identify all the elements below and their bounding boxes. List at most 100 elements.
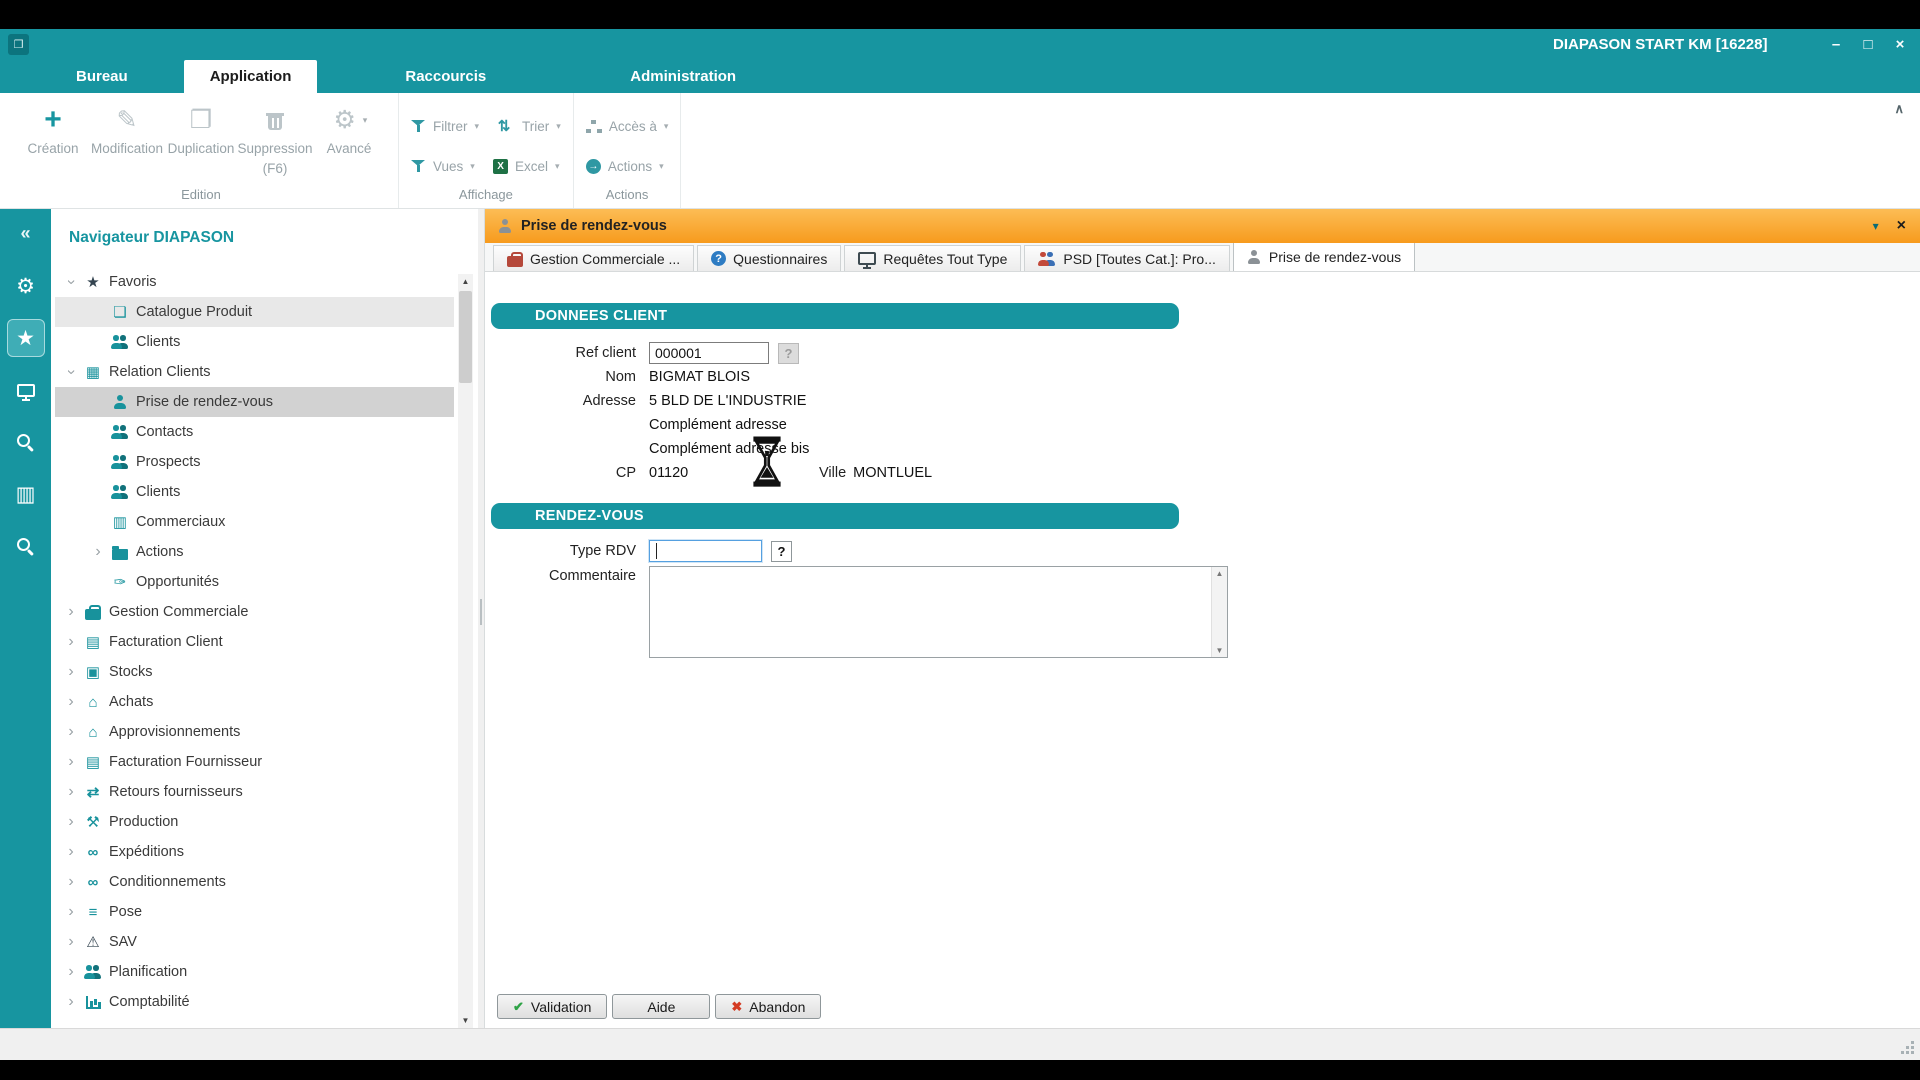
nav-item-expeditions[interactable]: ›∞Expéditions (55, 837, 454, 867)
nav-item-prospects[interactable]: Prospects (55, 447, 454, 477)
tree-icon-slot (108, 455, 132, 469)
expand-arrow-icon[interactable]: › (88, 543, 108, 561)
minimize-button[interactable]: – (1826, 36, 1846, 53)
ribbon-group-label: Edition (16, 187, 386, 208)
nav-item-sav[interactable]: ›⚠SAV (55, 927, 454, 957)
arrows-icon: ⇄ (82, 785, 104, 800)
expand-arrow-icon[interactable]: › (61, 603, 81, 621)
scroll-down-icon[interactable]: ▼ (458, 1013, 473, 1028)
nav-item-relation-clients[interactable]: ›▦Relation Clients (55, 357, 454, 387)
expand-arrow-icon[interactable]: › (61, 933, 81, 951)
expand-arrow-icon[interactable]: › (61, 753, 81, 771)
nav-item-commerciaux[interactable]: ▥Commerciaux (55, 507, 454, 537)
nav-item-pose[interactable]: ›≡Pose (55, 897, 454, 927)
expand-arrow-icon[interactable]: › (61, 783, 81, 801)
expand-arrow-icon[interactable]: › (61, 813, 81, 831)
ribbon-trier-button[interactable]: ⇅Trier▾ (493, 113, 561, 139)
menu-tab-application[interactable]: Application (184, 60, 318, 93)
resize-grip[interactable] (1901, 1041, 1914, 1054)
menu-tab-raccourcis[interactable]: Raccourcis (379, 60, 512, 93)
textarea-scrollbar[interactable]: ▲ ▼ (1211, 567, 1227, 657)
document-close-icon[interactable]: × (1897, 217, 1906, 235)
scroll-down-icon[interactable]: ▼ (1216, 646, 1224, 655)
maximize-button[interactable]: □ (1858, 36, 1878, 53)
nav-item-favoris[interactable]: ›★Favoris (55, 267, 454, 297)
scroll-up-icon[interactable]: ▲ (1216, 569, 1224, 578)
doc-tab-prise-de-rendez-vous[interactable]: Prise de rendez-vous (1233, 242, 1415, 271)
nav-item-actions[interactable]: ›Actions (55, 537, 454, 567)
activity-search-plus-button[interactable] (7, 527, 45, 565)
document-dropdown-icon[interactable]: ▾ (1873, 219, 1879, 233)
nav-item-production[interactable]: ›⚒Production (55, 807, 454, 837)
doc-tab-requetes-tout-type[interactable]: Requêtes Tout Type (844, 245, 1021, 271)
activity-search-button[interactable] (7, 423, 45, 461)
ref-client-help-button[interactable]: ? (778, 343, 799, 364)
ribbon-actions-button[interactable]: →Actions▾ (586, 153, 669, 179)
nav-item-opportunites[interactable]: ✑Opportunités (55, 567, 454, 597)
nav-item-retours-fournisseurs[interactable]: ›⇄Retours fournisseurs (55, 777, 454, 807)
expand-arrow-icon[interactable]: › (61, 993, 81, 1011)
expand-arrow-icon[interactable]: › (61, 633, 81, 651)
scrollbar-thumb[interactable] (459, 291, 472, 383)
nav-item-contacts[interactable]: Contacts (55, 417, 454, 447)
nav-item-gestion-commerciale[interactable]: ›Gestion Commerciale (55, 597, 454, 627)
ribbon-creation-button[interactable]: +Création (16, 93, 90, 157)
doc-tab-questionnaires[interactable]: ?Questionnaires (697, 245, 841, 271)
validation-button[interactable]: ✔ Validation (497, 994, 607, 1019)
nav-item-prise-de-rendez-vous[interactable]: Prise de rendez-vous (55, 387, 454, 417)
menu-tab-bureau[interactable]: Bureau (50, 60, 154, 93)
nav-item-comptabilite[interactable]: ›Comptabilité (55, 987, 454, 1017)
scroll-up-icon[interactable]: ▲ (458, 274, 473, 289)
activity-columns-button[interactable]: ▥ (7, 475, 45, 513)
activity-star-button[interactable]: ★ (7, 319, 45, 357)
menu-tab-administration[interactable]: Administration (604, 60, 762, 93)
nav-item-conditionnements[interactable]: ›∞Conditionnements (55, 867, 454, 897)
factory-icon: ⌂ (82, 695, 104, 710)
ribbon-modification-button[interactable]: ✎Modification (90, 93, 164, 157)
nav-item-approvisionnements[interactable]: ›⌂Approvisionnements (55, 717, 454, 747)
ribbon-vues-button[interactable]: Vues▾ (411, 153, 479, 179)
collapse-arrow-icon[interactable]: › (62, 362, 80, 382)
nav-item-facturation-client[interactable]: ›▤Facturation Client (55, 627, 454, 657)
ribbon-collapse-icon[interactable]: ∧ (1894, 101, 1904, 117)
close-button[interactable]: × (1890, 36, 1910, 53)
doc-tab-label: Questionnaires (733, 251, 827, 267)
expand-arrow-icon[interactable]: › (61, 723, 81, 741)
activity-monitor-button[interactable] (7, 371, 45, 409)
nav-item-stocks[interactable]: ›▣Stocks (55, 657, 454, 687)
nav-item-catalogue-produit[interactable]: ❏Catalogue Produit (55, 297, 454, 327)
doc-tab-gestion-commerciale[interactable]: Gestion Commerciale ... (493, 245, 694, 271)
nav-item-facturation-fournisseur[interactable]: ›▤Facturation Fournisseur (55, 747, 454, 777)
type-rdv-input[interactable] (649, 540, 762, 562)
ribbon-acces-a-button[interactable]: Accès à▾ (586, 113, 669, 139)
ribbon-filtrer-button[interactable]: Filtrer▾ (411, 113, 479, 139)
nav-item-label: Favoris (105, 274, 157, 290)
type-rdv-help-button[interactable]: ? (771, 541, 792, 562)
search-white-icon (16, 433, 35, 452)
expand-arrow-icon[interactable]: › (61, 903, 81, 921)
expand-arrow-icon[interactable]: › (61, 873, 81, 891)
nav-item-clients[interactable]: Clients (55, 477, 454, 507)
panel-collapse-button[interactable]: « (20, 223, 30, 244)
activity-gear-button[interactable]: ⚙ (7, 267, 45, 305)
expand-arrow-icon[interactable]: › (61, 963, 81, 981)
ribbon-suppression-button[interactable]: Suppression(F6) (238, 93, 312, 177)
abandon-button[interactable]: ✖ Abandon (715, 994, 821, 1019)
expand-arrow-icon[interactable]: › (61, 843, 81, 861)
tree-icon-slot (108, 485, 132, 499)
expand-arrow-icon[interactable]: › (61, 693, 81, 711)
application-window: ❒ DIAPASON START KM [16228] – □ × Bureau… (0, 29, 1920, 1060)
aide-button[interactable]: Aide (612, 994, 710, 1019)
doc-tab-psd-toutes-cat-pro[interactable]: PSD [Toutes Cat.]: Pro... (1024, 245, 1230, 271)
ribbon-duplication-button[interactable]: ❐Duplication (164, 93, 238, 157)
ribbon-avance-button[interactable]: ⚙▾Avancé (312, 93, 386, 157)
ribbon-excel-button[interactable]: XExcel▾ (493, 153, 561, 179)
nav-item-clients[interactable]: Clients (55, 327, 454, 357)
ref-client-input[interactable] (649, 342, 769, 364)
nav-item-planification[interactable]: ›Planification (55, 957, 454, 987)
commentaire-textarea[interactable]: ▲ ▼ (649, 566, 1228, 658)
tree-scrollbar[interactable]: ▲ ▼ (458, 274, 473, 1028)
collapse-arrow-icon[interactable]: › (62, 272, 80, 292)
nav-item-achats[interactable]: ›⌂Achats (55, 687, 454, 717)
expand-arrow-icon[interactable]: › (61, 663, 81, 681)
